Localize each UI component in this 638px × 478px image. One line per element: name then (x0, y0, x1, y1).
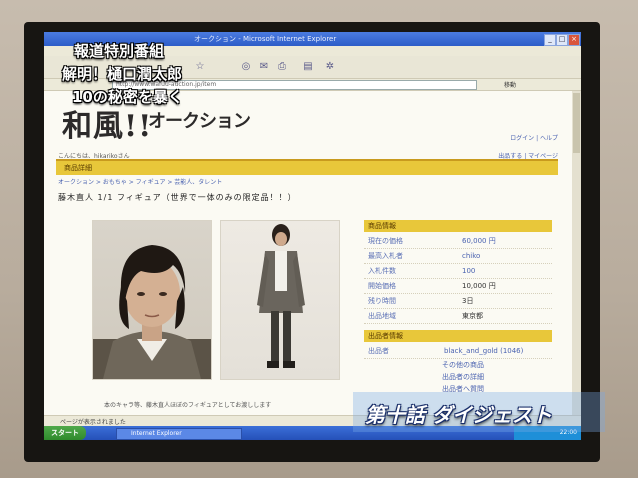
info-row-bid-count: 入札件数 100 (364, 264, 552, 279)
edit-icon[interactable]: ▤ (302, 61, 314, 73)
info-label: 最高入札者 (368, 252, 403, 260)
info-value: 3日 (462, 297, 474, 305)
window-title: オークション - Microsoft Internet Explorer (194, 35, 337, 43)
info-label: 現在の価格 (368, 237, 403, 245)
info-value: 10,000 円 (462, 282, 496, 290)
maximize-icon[interactable]: □ (556, 34, 568, 46)
tv-caption-line2: 解明！樋口潤太郎 (62, 65, 183, 83)
item-info-heading: 商品情報 (364, 220, 552, 232)
info-row-current-price: 現在の価格 60,000 円 (364, 234, 552, 249)
info-label: 入札件数 (368, 267, 396, 275)
minimize-icon[interactable]: _ (544, 34, 556, 46)
tv-caption-line3: 10の秘密を暴く (72, 88, 183, 106)
start-button[interactable]: スタート (44, 426, 86, 440)
item-photo-fullbody[interactable] (220, 220, 340, 380)
item-info-panel: 商品情報 現在の価格 60,000 円 最高入札者 chiko 入札件数 100… (364, 220, 552, 395)
mail-icon[interactable]: ✉ (258, 61, 270, 73)
web-page: 和風!! オークション ログイン | ヘルプ こんにちは、hikarikoさん … (44, 91, 572, 415)
section-label: 商品詳細 (64, 164, 92, 172)
scrollbar-thumb[interactable] (573, 93, 580, 153)
messenger-icon[interactable]: ✲ (324, 61, 336, 73)
info-row-location: 出品地域 東京都 (364, 309, 552, 324)
taskbar-item-browser[interactable]: Internet Explorer (116, 428, 242, 440)
info-row-time-left: 残り時間 3日 (364, 294, 552, 309)
item-photo-portrait[interactable] (92, 220, 212, 380)
info-value: 60,000 円 (462, 237, 496, 245)
info-row-top-bidder: 最高入札者 chiko (364, 249, 552, 264)
info-row-seller: 出品者 black_and_gold (1046) (364, 344, 552, 359)
info-label: 出品者 (368, 347, 389, 355)
favorites-star-icon[interactable]: ☆ (194, 61, 206, 73)
info-label: 出品地域 (368, 312, 396, 320)
item-caption: 本のキャラ等、藤木直人ほぼのフィギュアとしてお渡しします (104, 402, 272, 409)
history-icon[interactable]: ◎ (240, 61, 252, 73)
print-icon[interactable]: ⎙ (276, 61, 288, 73)
site-logo-subtitle: オークション (148, 111, 251, 132)
status-text: ページが表示されました (60, 419, 126, 426)
info-value: 東京都 (462, 312, 483, 320)
bid-count-link[interactable]: 100 (462, 264, 475, 278)
seller-name-link[interactable]: black_and_gold (1046) (444, 344, 523, 358)
seller-info-heading: 出品者情報 (364, 330, 552, 342)
info-label: 残り時間 (368, 297, 396, 305)
seller-other-items-link[interactable]: その他の商品 (364, 359, 552, 371)
info-row-start-price: 開始価格 10,000 円 (364, 279, 552, 294)
top-bidder-link[interactable]: chiko (462, 249, 480, 263)
close-icon[interactable]: × (568, 34, 580, 46)
info-label: 開始価格 (368, 282, 396, 290)
seller-details-link[interactable]: 出品者の詳細 (364, 371, 552, 383)
section-bar: 商品詳細 (56, 159, 558, 175)
tv-digest-banner: 第十話 ダイジェスト (353, 392, 605, 432)
go-button[interactable]: 移動 (504, 80, 516, 89)
breadcrumb[interactable]: オークション > おもちゃ > フィギュア > 芸能人、タレント (58, 177, 222, 186)
site-logo[interactable]: 和風!! (62, 101, 152, 145)
tv-digest-text: 第十話 ダイジェスト (365, 403, 552, 427)
tv-caption-line1: 報道特別番組 (74, 42, 165, 60)
vertical-scrollbar[interactable] (572, 91, 581, 415)
item-title: 藤木直人 1/1 フィギュア（世界で一体のみの限定品！！） (58, 193, 297, 202)
header-links[interactable]: ログイン | ヘルプ (510, 133, 558, 142)
